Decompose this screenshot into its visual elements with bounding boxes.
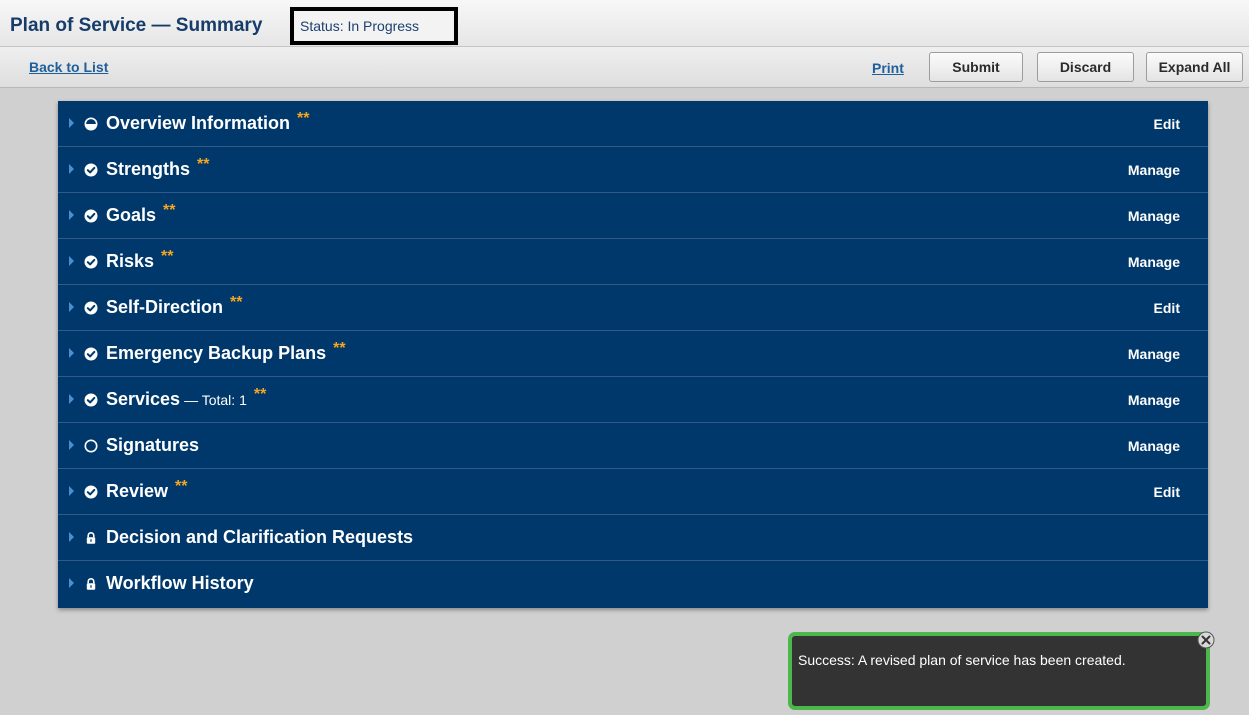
section-label: Review bbox=[106, 481, 169, 501]
manage-link[interactable]: Manage bbox=[1128, 346, 1180, 362]
section-title[interactable]: Goals ** bbox=[106, 202, 176, 226]
caret-right-icon[interactable] bbox=[69, 440, 74, 450]
success-toast: Success: A revised plan of service has b… bbox=[788, 631, 1215, 710]
section-row[interactable]: Overview Information ** Edit bbox=[58, 101, 1208, 147]
status-badge: Status: In Progress bbox=[290, 7, 458, 45]
edit-link[interactable]: Edit bbox=[1154, 484, 1180, 500]
section-row[interactable]: Services — Total: 1 ** Manage bbox=[58, 377, 1208, 423]
required-stars: ** bbox=[163, 202, 176, 219]
caret-right-icon[interactable] bbox=[69, 394, 74, 404]
sections-panel: Overview Information ** Edit Strengths ** Man… bbox=[58, 101, 1208, 608]
required-stars: ** bbox=[197, 156, 210, 173]
manage-link[interactable]: Manage bbox=[1128, 208, 1180, 224]
section-title[interactable]: Strengths ** bbox=[106, 156, 210, 180]
section-label: Overview Information bbox=[106, 113, 291, 133]
edit-link[interactable]: Edit bbox=[1154, 116, 1180, 132]
section-row[interactable]: Workflow History bbox=[58, 561, 1208, 607]
caret-right-icon[interactable] bbox=[69, 210, 74, 220]
section-row[interactable]: Emergency Backup Plans ** Manage bbox=[58, 331, 1208, 377]
caret-right-icon[interactable] bbox=[69, 164, 74, 174]
section-title[interactable]: Signatures bbox=[106, 435, 199, 456]
required-stars: ** bbox=[175, 478, 188, 495]
check-circle-icon bbox=[84, 485, 98, 499]
section-label: Decision and Clarification Requests bbox=[106, 527, 414, 547]
manage-link[interactable]: Manage bbox=[1128, 438, 1180, 454]
section-label: Emergency Backup Plans bbox=[106, 343, 327, 363]
toast-message: Success: A revised plan of service has b… bbox=[798, 652, 1126, 668]
print-link[interactable]: Print bbox=[872, 60, 904, 76]
section-row[interactable]: Decision and Clarification Requests bbox=[58, 515, 1208, 561]
caret-right-icon[interactable] bbox=[69, 532, 74, 542]
section-title[interactable]: Risks ** bbox=[106, 248, 174, 272]
caret-right-icon[interactable] bbox=[69, 348, 74, 358]
section-title[interactable]: Decision and Clarification Requests bbox=[106, 527, 413, 548]
caret-right-icon[interactable] bbox=[69, 118, 74, 128]
check-circle-icon bbox=[84, 255, 98, 269]
section-row[interactable]: Strengths ** Manage bbox=[58, 147, 1208, 193]
section-total: — Total: 1 bbox=[184, 392, 247, 408]
discard-button[interactable]: Discard bbox=[1037, 52, 1134, 82]
page-title: Plan of Service — Summary bbox=[10, 15, 263, 36]
edit-link[interactable]: Edit bbox=[1154, 300, 1180, 316]
title-bar: Plan of Service — Summary Status: In Pro… bbox=[0, 0, 1249, 47]
caret-right-icon[interactable] bbox=[69, 486, 74, 496]
section-label: Signatures bbox=[106, 435, 200, 455]
submit-button[interactable]: Submit bbox=[929, 52, 1023, 82]
section-label: Services bbox=[106, 389, 181, 409]
section-row[interactable]: Self-Direction ** Edit bbox=[58, 285, 1208, 331]
manage-link[interactable]: Manage bbox=[1128, 392, 1180, 408]
caret-right-icon[interactable] bbox=[69, 302, 74, 312]
lock-icon bbox=[86, 578, 96, 590]
close-icon[interactable] bbox=[1197, 631, 1215, 649]
lock-icon bbox=[86, 532, 96, 544]
section-title[interactable]: Self-Direction ** bbox=[106, 294, 243, 318]
section-title[interactable]: Overview Information ** bbox=[106, 110, 310, 134]
manage-link[interactable]: Manage bbox=[1128, 162, 1180, 178]
check-circle-icon bbox=[84, 347, 98, 361]
caret-right-icon[interactable] bbox=[69, 578, 74, 588]
section-title[interactable]: Workflow History bbox=[106, 573, 254, 594]
section-row[interactable]: Goals ** Manage bbox=[58, 193, 1208, 239]
check-circle-icon bbox=[84, 393, 98, 407]
check-circle-icon bbox=[84, 209, 98, 223]
required-stars: ** bbox=[297, 110, 310, 127]
section-label: Self-Direction bbox=[106, 297, 224, 317]
section-title[interactable]: Review ** bbox=[106, 478, 188, 502]
manage-link[interactable]: Manage bbox=[1128, 254, 1180, 270]
expand-all-button[interactable]: Expand All bbox=[1146, 52, 1243, 82]
required-stars: ** bbox=[230, 294, 243, 311]
section-row[interactable]: Signatures Manage bbox=[58, 423, 1208, 469]
half-circle-icon bbox=[84, 117, 98, 131]
required-stars: ** bbox=[333, 340, 346, 357]
check-circle-icon bbox=[84, 163, 98, 177]
back-to-list-link[interactable]: Back to List bbox=[29, 59, 108, 75]
caret-right-icon[interactable] bbox=[69, 256, 74, 266]
section-title[interactable]: Emergency Backup Plans ** bbox=[106, 340, 346, 364]
check-circle-icon bbox=[84, 301, 98, 315]
section-row[interactable]: Risks ** Manage bbox=[58, 239, 1208, 285]
toolbar: Back to List Print Submit Discard Expand… bbox=[0, 47, 1249, 88]
section-title[interactable]: Services — Total: 1 ** bbox=[106, 386, 267, 410]
empty-circle-icon bbox=[84, 439, 98, 453]
section-label: Risks bbox=[106, 251, 155, 271]
required-stars: ** bbox=[253, 386, 267, 403]
section-row[interactable]: Review ** Edit bbox=[58, 469, 1208, 515]
section-label: Workflow History bbox=[106, 573, 254, 593]
section-label: Strengths bbox=[106, 159, 191, 179]
section-label: Goals bbox=[106, 205, 157, 225]
required-stars: ** bbox=[161, 248, 174, 265]
